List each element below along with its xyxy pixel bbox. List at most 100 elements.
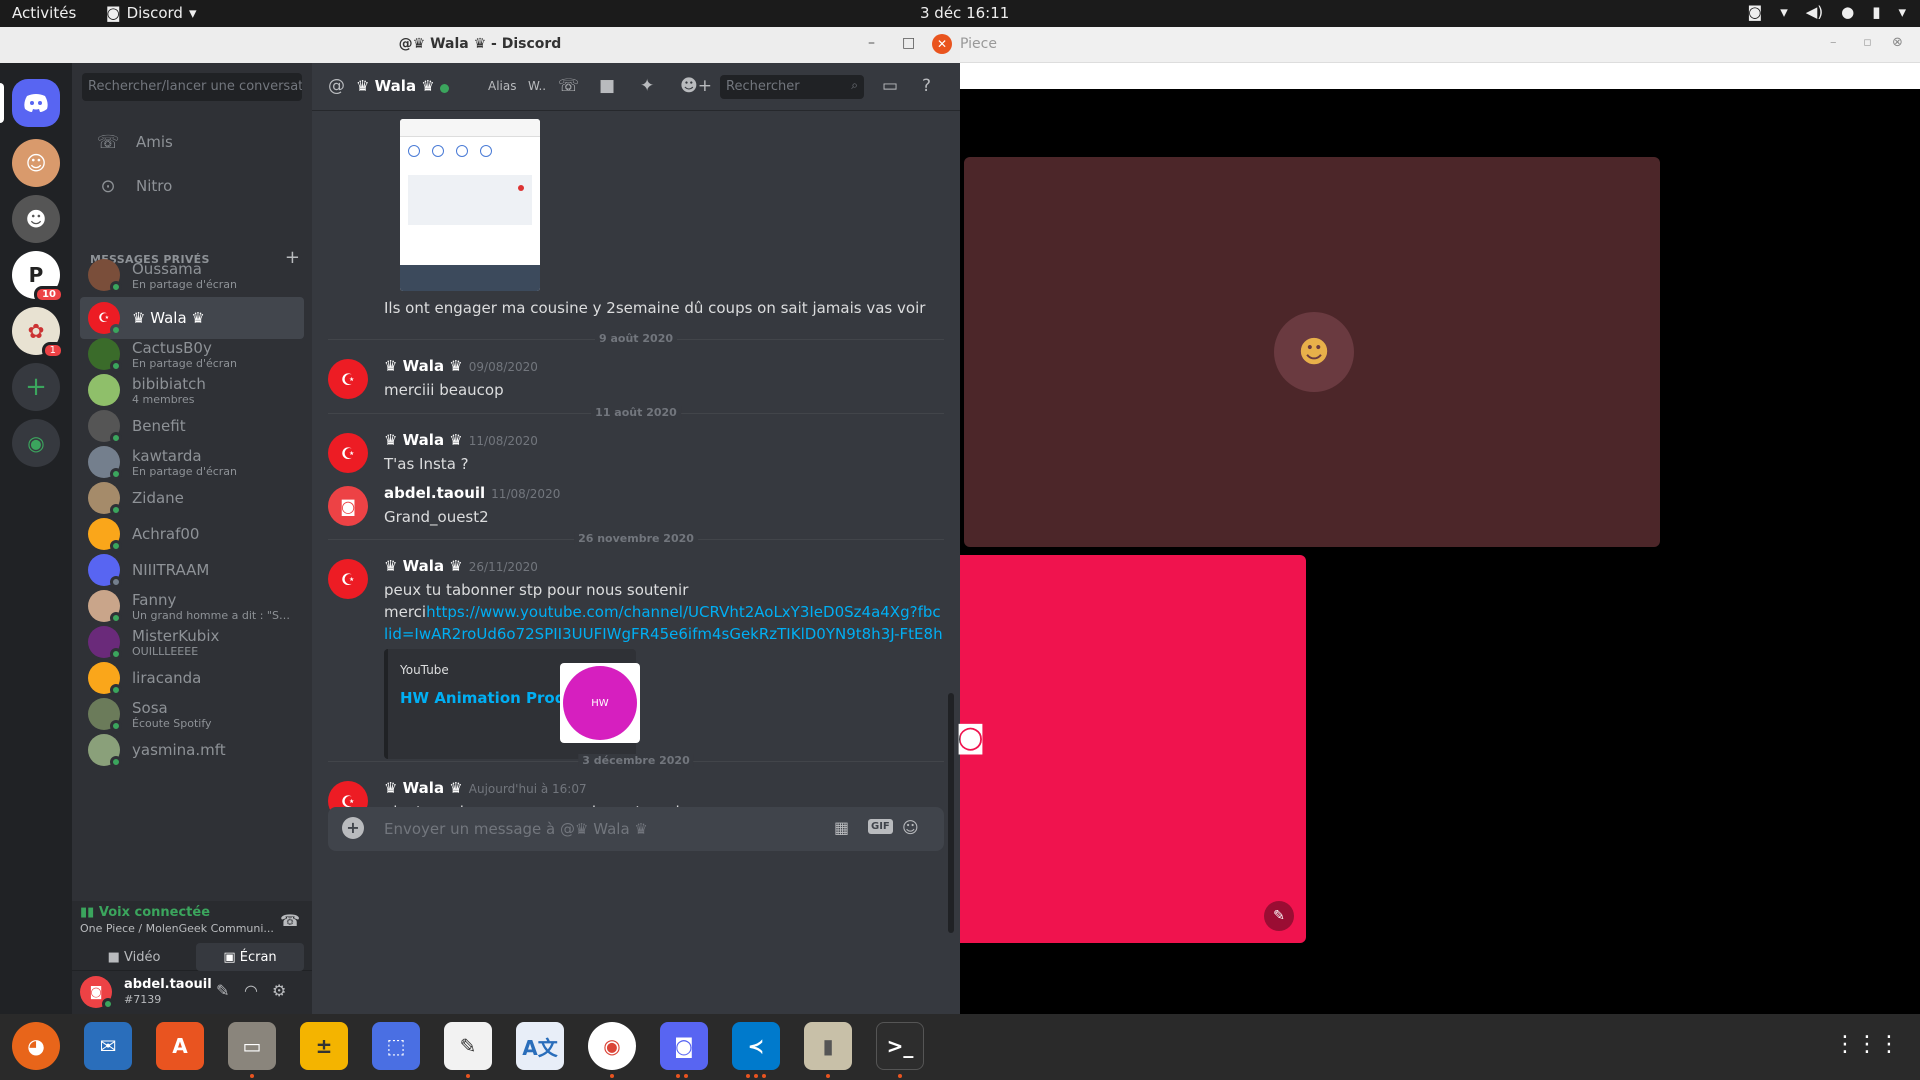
terminal-icon[interactable]: >_: [876, 1022, 924, 1070]
archive-icon[interactable]: ▮: [804, 1022, 852, 1070]
firefox-icon[interactable]: ◕: [12, 1022, 60, 1070]
chat-search-input[interactable]: Rechercher ⌕: [720, 75, 864, 99]
dm-item[interactable]: Oussama En partage d'écran: [80, 254, 304, 296]
thumb-map: [408, 175, 532, 225]
minimize-button[interactable]: –: [868, 35, 875, 51]
calculator-icon[interactable]: ±: [300, 1022, 348, 1070]
activities-button[interactable]: Activités: [12, 4, 76, 22]
message-author[interactable]: ♛ Wala ♛: [384, 779, 463, 797]
system-tray[interactable]: ◙ ▾ ◀) ● ▮ ▾: [1748, 3, 1906, 21]
video-button[interactable]: ■ Vidéo: [80, 943, 188, 971]
gif-button[interactable]: GIF: [868, 819, 893, 834]
embed-thumbnail[interactable]: HW: [560, 663, 640, 743]
dm-subtitle: En partage d'écran: [132, 277, 238, 291]
call-icon[interactable]: ☏: [558, 76, 579, 96]
avatar[interactable]: ◙: [80, 976, 114, 1010]
message: ☪ ♛ Wala ♛ 26/11/2020 peux tu tabonner st…: [328, 557, 948, 759]
message-author[interactable]: ♛ Wala ♛: [384, 431, 463, 449]
files-icon[interactable]: ▭: [228, 1022, 276, 1070]
show-apps-grid-icon[interactable]: ⋮⋮⋮: [1834, 1032, 1900, 1057]
minimize-button[interactable]: –: [1830, 35, 1837, 50]
tunisia-flag-icon: ☪: [340, 569, 356, 589]
gift-icon[interactable]: ▦: [834, 818, 849, 837]
emoji-icon[interactable]: ☺: [902, 818, 919, 837]
dm-search-input[interactable]: Rechercher/lancer une conversat...: [82, 73, 302, 101]
avatar[interactable]: ◙: [328, 486, 368, 526]
message-author[interactable]: ♛ Wala ♛: [384, 357, 463, 375]
online-status-dot: [440, 84, 449, 93]
message-input[interactable]: + Envoyer un message à @♛ Wala ♛ ▦ GIF ☺: [328, 807, 944, 851]
clock[interactable]: 3 déc 16:11: [920, 4, 1009, 22]
w-label[interactable]: W..: [528, 79, 546, 93]
nav-label: Amis: [136, 133, 173, 151]
message-input-placeholder: Envoyer un message à @♛ Wala ♛: [384, 820, 648, 838]
participant-tile[interactable]: ☻: [964, 157, 1660, 547]
software-store-icon[interactable]: A: [156, 1022, 204, 1070]
app-menu[interactable]: ◙ Discord ▾: [106, 4, 196, 22]
avatar: [88, 338, 122, 372]
video-call-icon[interactable]: ■: [599, 76, 615, 96]
server-icon[interactable]: ✿ 1: [12, 307, 64, 359]
user-tag: #7139: [124, 993, 162, 1006]
message-header: ♛ Wala ♛ 26/11/2020: [384, 557, 538, 575]
screen-share-button[interactable]: ▣ Écran: [196, 943, 304, 971]
discord-icon[interactable]: ◙: [660, 1022, 708, 1070]
dm-name: CactusB0y: [132, 338, 212, 357]
help-icon[interactable]: ?: [922, 76, 931, 96]
text-editor-icon[interactable]: ✎: [444, 1022, 492, 1070]
chrome-icon[interactable]: ◉: [588, 1022, 636, 1070]
disconnect-icon[interactable]: ☎: [280, 911, 300, 930]
server-icon[interactable]: P 10: [12, 251, 64, 303]
wifi-icon: ▾: [1780, 3, 1788, 21]
avatar[interactable]: ☪: [328, 433, 368, 473]
add-server-button[interactable]: +: [12, 363, 60, 411]
avatar: [88, 518, 122, 552]
close-button[interactable]: ⊗: [1892, 35, 1903, 50]
attach-plus-icon[interactable]: +: [342, 817, 364, 839]
pin-icon[interactable]: ✦: [640, 76, 654, 96]
avatar: [88, 590, 122, 624]
avatar[interactable]: ☪: [328, 559, 368, 599]
home-button[interactable]: [12, 79, 60, 127]
avatar[interactable]: ☪: [328, 359, 368, 399]
dm-item[interactable]: yasmina.mft: [80, 729, 304, 771]
maximize-button[interactable]: □: [902, 35, 915, 51]
headphones-icon[interactable]: ◠: [244, 981, 258, 1000]
chat-scrollbar[interactable]: [948, 693, 954, 933]
explore-button[interactable]: ◉: [12, 419, 60, 467]
thunderbird-icon[interactable]: ✉: [84, 1022, 132, 1070]
voice-channel[interactable]: One Piece / MolenGeek Communi...: [80, 922, 274, 935]
vscode-icon[interactable]: ≺: [732, 1022, 780, 1070]
chevron-down-icon: ▾: [1898, 3, 1906, 21]
discord-icon[interactable]: ◙: [1748, 3, 1763, 21]
close-button[interactable]: ✕: [932, 34, 952, 54]
message-text: Ils ont engager ma cousine y 2semaine dû…: [384, 299, 926, 317]
dm-text: yasmina.mft: [132, 741, 226, 759]
dm-text: kawtarda En partage d'écran: [132, 447, 237, 478]
participant-tile[interactable]: ◙ ✎: [956, 555, 1306, 943]
add-friend-icon[interactable]: ☻+: [680, 76, 712, 96]
message-author[interactable]: abdel.taouil: [384, 484, 485, 502]
server-icon[interactable]: ☺: [12, 139, 60, 187]
maximize-button[interactable]: ▫: [1863, 35, 1872, 50]
screenshot-icon[interactable]: ⬚: [372, 1022, 420, 1070]
nav-friends[interactable]: ☏ Amis: [80, 121, 304, 163]
alias-label[interactable]: Alias: [488, 79, 516, 93]
image-attachment[interactable]: [400, 119, 540, 291]
user-panel: ◙ abdel.taouil #7139 ✎ ◠ ⚙: [72, 971, 312, 1014]
inbox-icon[interactable]: ▭: [882, 76, 898, 96]
message-time: Aujourd'hui à 16:07: [468, 782, 587, 796]
mute-mic-icon[interactable]: ✎: [216, 981, 229, 1000]
dm-name: Zidane: [132, 489, 184, 507]
message: Ils ont engager ma cousine y 2semaine dû…: [328, 119, 948, 319]
date-divider: 11 août 2020: [328, 406, 944, 419]
translate-icon[interactable]: A文: [516, 1022, 564, 1070]
message-author[interactable]: ♛ Wala ♛: [384, 557, 463, 575]
server-icon[interactable]: ☻: [12, 195, 60, 243]
discord-window: @♛ Wala ♛ - Discord – □ ✕ ☺ ☻ P 10 ✿ 1 + ◉…: [0, 27, 960, 1014]
settings-gear-icon[interactable]: ⚙: [272, 981, 286, 1000]
dm-sidebar: Rechercher/lancer une conversat... ☏ Ami…: [72, 63, 312, 1014]
avatar: [88, 626, 122, 660]
nav-nitro[interactable]: ⊙ Nitro: [80, 165, 304, 207]
message-time: 09/08/2020: [468, 360, 538, 374]
